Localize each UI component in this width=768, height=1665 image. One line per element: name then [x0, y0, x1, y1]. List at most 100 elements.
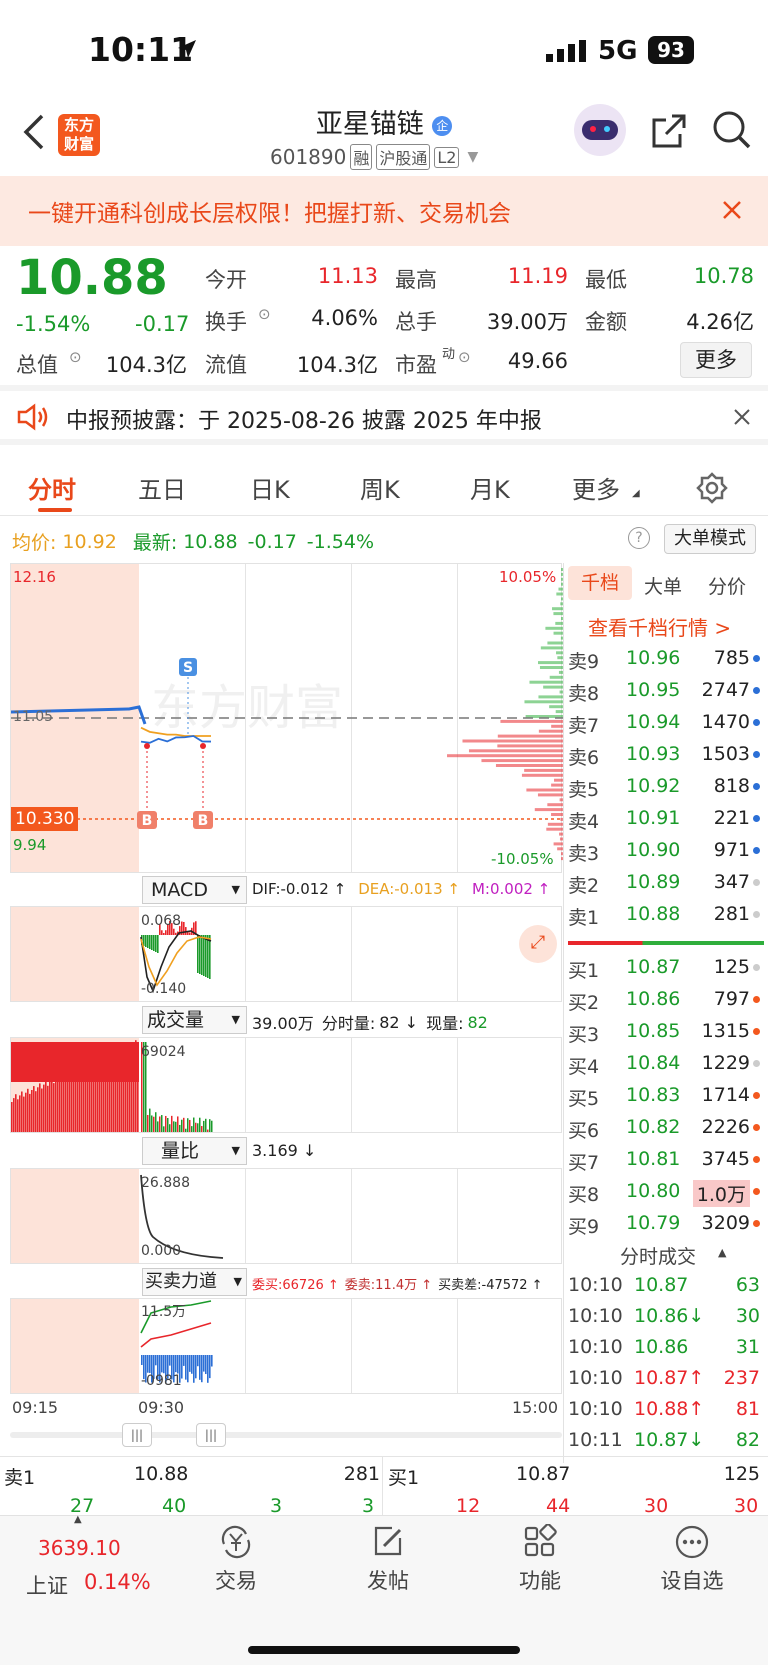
bid-row[interactable]: 买6 10.82 2226 [568, 1112, 764, 1143]
strip-num: 44 [546, 1495, 571, 1517]
bid-row[interactable]: 买9 10.79 3209 [568, 1208, 764, 1239]
bid-volume: 125 [713, 956, 750, 978]
nav-watchlist-label: 设自选 [660, 1569, 724, 1593]
bid-volume: 1714 [701, 1084, 750, 1106]
bid-row[interactable]: 买8 10.80 1.0万 [568, 1176, 764, 1207]
volume-bar [15, 1094, 17, 1132]
force-bar [195, 1355, 197, 1379]
volume-profile-bar [521, 773, 563, 777]
tab-thousand-level[interactable]: 千档 [568, 566, 632, 600]
expand-icon[interactable]: ⤢ [519, 925, 557, 963]
tab-monthly-k[interactable]: 月K [470, 470, 510, 505]
gear-icon[interactable] [696, 472, 728, 504]
tab-weekly-k[interactable]: 周K [360, 470, 400, 505]
yen-cycle-icon [221, 1525, 251, 1559]
index-value[interactable]: 3639.10 [38, 1536, 121, 1560]
status-dot [753, 1060, 760, 1067]
bid-row[interactable]: 买4 10.84 1229 [568, 1048, 764, 1079]
volume-bar [31, 1090, 33, 1132]
volume-bar [51, 1078, 53, 1132]
range-slider-track[interactable] [10, 1432, 562, 1438]
last-price: 10.88 [16, 250, 168, 306]
close-icon[interactable] [722, 200, 742, 220]
ask-row[interactable]: 卖2 10.89 347 [568, 867, 764, 898]
ask-row[interactable]: 卖7 10.94 1470 [568, 707, 764, 738]
tab-5day[interactable]: 五日 [138, 470, 186, 505]
volume-bar [187, 1118, 189, 1132]
macd-selector[interactable]: MACD ▼ [142, 876, 247, 904]
tab-big-order[interactable]: 大单 [644, 572, 682, 599]
bigorder-mode-button[interactable]: 大单模式 [664, 524, 756, 554]
strip-num: 12 [456, 1495, 481, 1517]
bottom-nav: ▲ 3639.10 上证 0.14% 交易 发帖 功能 设自选 [0, 1514, 768, 1665]
trade-price: 10.88↑ [634, 1398, 705, 1420]
strip-num: 3 [362, 1495, 375, 1517]
share-icon[interactable] [650, 112, 688, 150]
ask-row[interactable]: 卖8 10.95 2747 [568, 675, 764, 706]
intraday-chart[interactable]: 东方财富 S B B 12.16 9.94 10.05% -10.05% 11.… [10, 563, 563, 873]
volume-bar [65, 1077, 67, 1132]
close-icon[interactable] [734, 409, 750, 425]
nav-post[interactable]: 发帖 [348, 1524, 428, 1595]
change-amount: -0.17 [135, 312, 190, 336]
view-thousand-link[interactable]: 查看千档行情 > [588, 612, 731, 641]
tab-more[interactable]: 更多 [572, 470, 620, 505]
force-selector[interactable]: 买卖力道 ▼ [142, 1268, 247, 1296]
promo-banner[interactable]: 一键开通科创成长层权限！把握打新、交易机会 [0, 176, 768, 246]
ask-row[interactable]: 卖6 10.93 1503 [568, 739, 764, 770]
ask-row[interactable]: 卖5 10.92 818 [568, 771, 764, 802]
bid-row[interactable]: 买2 10.86 797 [568, 984, 764, 1015]
status-dot [753, 1028, 760, 1035]
volume-bar [157, 1121, 159, 1132]
info-circle-icon[interactable]: ⊙ [69, 348, 82, 366]
volume-bar [25, 1092, 27, 1132]
stock-code-row[interactable]: 601890 融 沪股通 L2 ▼ [270, 144, 478, 170]
macd-bar [205, 935, 207, 977]
trade-price: 10.87↑ [634, 1367, 705, 1389]
help-icon[interactable]: ? [628, 527, 650, 549]
nav-trade[interactable]: 交易 [196, 1524, 276, 1595]
range-handle-right[interactable]: ||| [196, 1423, 226, 1447]
ask-row[interactable]: 卖3 10.90 971 [568, 835, 764, 866]
volume-selector[interactable]: 成交量 ▼ [142, 1006, 247, 1034]
volume-bar [149, 1108, 151, 1132]
avg-value: 10.92 [62, 530, 117, 553]
robot-avatar[interactable] [574, 104, 626, 156]
info-circle-icon[interactable]: ⊙ [458, 348, 471, 366]
nav-function[interactable]: 功能 [500, 1523, 580, 1595]
bid-row[interactable]: 买3 10.85 1315 [568, 1016, 764, 1047]
trades-title[interactable]: 分时成交 [620, 1242, 696, 1269]
info-circle-icon[interactable]: ⊙ [258, 305, 271, 323]
ask-row[interactable]: 卖9 10.96 785 [568, 643, 764, 674]
book-ratio-bar [568, 941, 764, 945]
macd-dif: DIF:-0.012 ↑ [252, 880, 347, 898]
home-indicator [248, 1646, 520, 1654]
notice-bar[interactable]: 中报预披露：于 2025-08-26 披露 2025 年中报 [0, 385, 768, 445]
volume-bar [19, 1095, 21, 1132]
ratio-selector[interactable]: 量比 ▼ [142, 1137, 247, 1165]
more-button[interactable]: 更多 [680, 342, 752, 378]
ask-row[interactable]: 卖4 10.91 221 [568, 803, 764, 834]
top-pct: 10.05% [499, 568, 557, 586]
bid-row[interactable]: 买5 10.83 1714 [568, 1080, 764, 1111]
force-bar [163, 1355, 165, 1374]
bid-row[interactable]: 买7 10.81 3745 [568, 1144, 764, 1175]
bid-row[interactable]: 买1 10.87 125 [568, 952, 764, 983]
tab-by-price[interactable]: 分价 [708, 572, 746, 599]
range-handle-left[interactable]: ||| [122, 1423, 152, 1447]
tab-daily-k[interactable]: 日K [250, 470, 290, 505]
tag-connect: 沪股通 [376, 144, 431, 170]
force-bar [211, 1355, 213, 1367]
caret-down-icon: ▼ [467, 149, 479, 165]
ask-row[interactable]: 卖1 10.88 281 [568, 899, 764, 930]
status-dot [753, 847, 760, 854]
volume-profile-bar [546, 827, 563, 831]
nav-watchlist[interactable]: 设自选 [652, 1524, 732, 1595]
force-bar [141, 1355, 143, 1365]
volume-bar [191, 1126, 193, 1132]
volume-bar [159, 1116, 161, 1132]
signal-icon [546, 40, 586, 62]
bid-price: 10.82 [626, 1116, 681, 1138]
tab-intraday[interactable]: 分时 [28, 470, 76, 505]
search-icon[interactable] [712, 110, 752, 150]
